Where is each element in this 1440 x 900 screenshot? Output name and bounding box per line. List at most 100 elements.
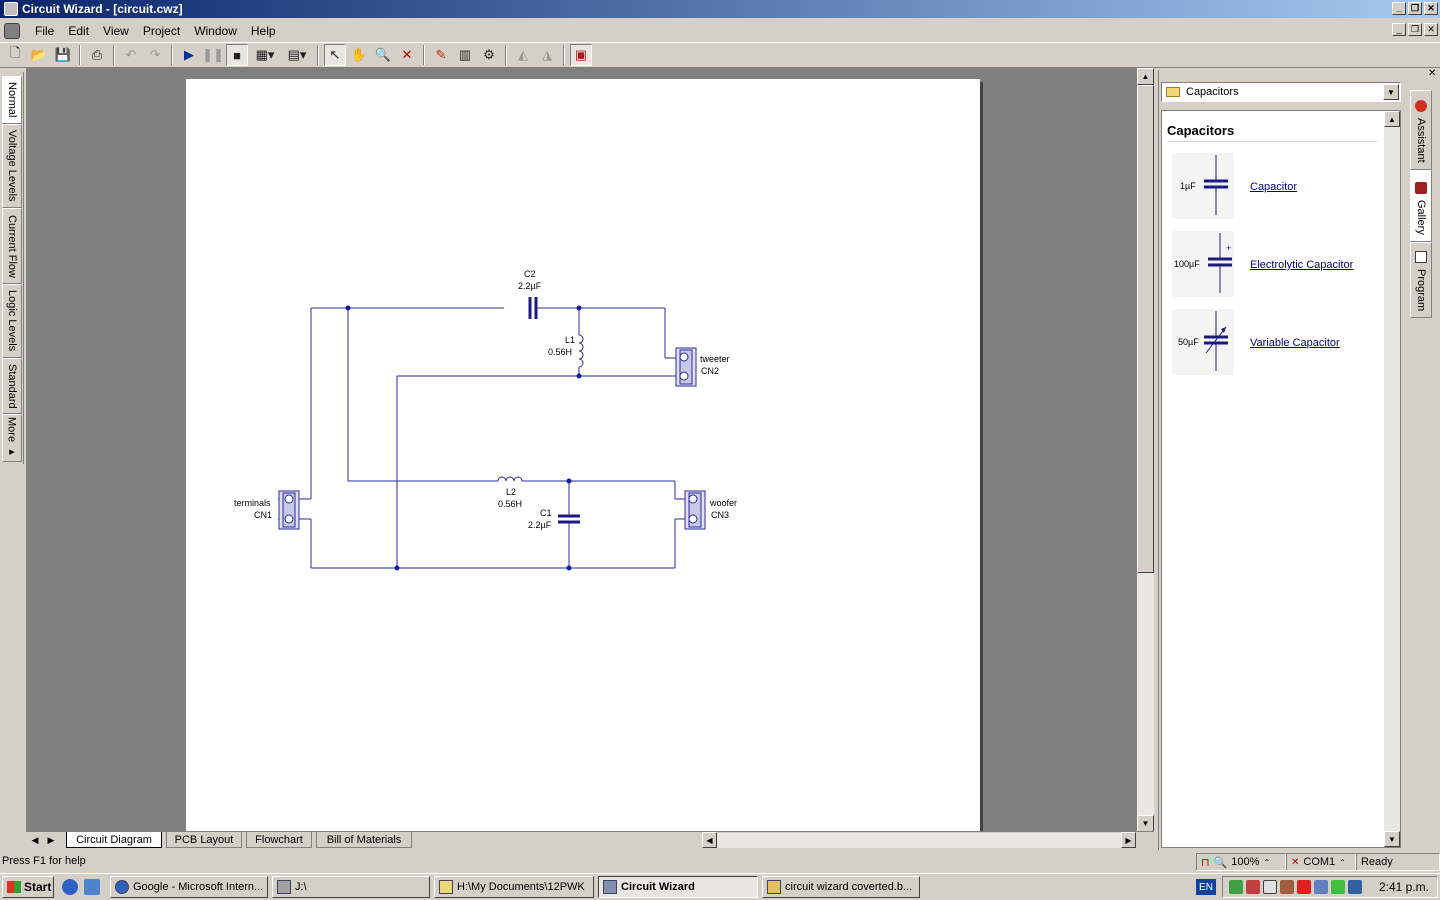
port-spin-icon[interactable]: ⌃	[1339, 858, 1346, 867]
zoom-icon[interactable]: 🔍	[372, 44, 394, 66]
menu-edit[interactable]: Edit	[61, 24, 96, 38]
document-icon[interactable]	[4, 23, 20, 39]
close-button[interactable]: ✕	[1424, 2, 1438, 15]
tab-prev-icon[interactable]: ◀	[28, 833, 42, 847]
scroll-down-icon[interactable]: ▼	[1137, 815, 1154, 832]
graph-icon[interactable]: ▥	[454, 44, 476, 66]
network-icon[interactable]	[1229, 880, 1243, 894]
internet-explorer-icon[interactable]	[62, 879, 78, 895]
panel-close-icon[interactable]: ✕	[1428, 68, 1436, 79]
task-drive-j[interactable]: J:\	[272, 876, 430, 898]
variable-capacitor-link[interactable]: Variable Capacitor	[1250, 337, 1340, 349]
menu-window[interactable]: Window	[187, 24, 244, 38]
tab-more[interactable]: More ▸	[2, 414, 22, 462]
redo-icon[interactable]: ↷	[144, 44, 166, 66]
tab-bill-of-materials[interactable]: Bill of Materials	[316, 832, 412, 848]
tab-normal[interactable]: Normal	[2, 76, 22, 124]
quick-launch-icon[interactable]	[84, 879, 100, 895]
gallery-item-variable-capacitor[interactable]: 50µF Variable Capacitor	[1172, 309, 1382, 379]
vertical-scrollbar[interactable]: ▲ ▼	[1137, 68, 1154, 832]
components-icon[interactable]: ⚙	[478, 44, 500, 66]
gallery-scrollbar[interactable]: ▲ ▼	[1384, 111, 1400, 847]
tab-standard[interactable]: Standard	[2, 358, 22, 414]
gallery-item-capacitor[interactable]: 1µF Capacitor	[1172, 153, 1382, 223]
delete-icon[interactable]: ✕	[396, 44, 418, 66]
tab-circuit-diagram[interactable]: Circuit Diagram	[66, 832, 162, 848]
menu-view[interactable]: View	[96, 24, 136, 38]
scroll-up-icon[interactable]: ▲	[1137, 68, 1154, 85]
menu-file[interactable]: File	[28, 24, 61, 38]
stop-icon[interactable]: ■	[226, 44, 248, 66]
display-icon[interactable]	[1263, 880, 1277, 894]
capacitor-link[interactable]: Capacitor	[1250, 181, 1297, 193]
horizontal-scrollbar[interactable]: ◀ ▶	[702, 832, 1136, 848]
tab-next-icon[interactable]: ▶	[44, 833, 58, 847]
pan-hand-icon[interactable]: ✋	[348, 44, 370, 66]
start-button[interactable]: Start	[2, 876, 54, 898]
norton-icon[interactable]	[1297, 880, 1311, 894]
circuit-diagram: C2 2.2µF L1 0.56H L2 0.56H C1 2.2µF term…	[234, 269, 737, 571]
menu-project[interactable]: Project	[136, 24, 187, 38]
gallery-scroll-down-icon[interactable]: ▼	[1384, 831, 1400, 847]
connector-cn2[interactable]	[675, 347, 697, 387]
tab-voltage-levels[interactable]: Voltage Levels	[2, 124, 22, 208]
gallery-category-select[interactable]: Capacitors ▼	[1161, 82, 1401, 102]
ie-icon	[115, 880, 129, 894]
layout-dropdown-icon[interactable]: ▤▾	[282, 44, 312, 66]
drawing-workspace[interactable]: C2 2.2µF L1 0.56H L2 0.56H C1 2.2µF term…	[26, 68, 1138, 831]
component-dropdown-icon[interactable]: ▦▾	[250, 44, 280, 66]
task-circuit-wizard[interactable]: Circuit Wizard	[598, 876, 758, 898]
probe-icon[interactable]: ✎	[430, 44, 452, 66]
tab-flowchart[interactable]: Flowchart	[246, 832, 312, 848]
play-icon[interactable]: ▶	[178, 44, 200, 66]
tool-icon[interactable]	[1280, 880, 1294, 894]
status-help-text: Press F1 for help	[2, 855, 86, 867]
gallery-item-electrolytic-capacitor[interactable]: + 100µF Electrolytic Capacitor	[1172, 231, 1382, 301]
new-file-icon[interactable]: 🗋	[4, 44, 26, 66]
flip-horizontal-icon[interactable]: ◭	[512, 44, 534, 66]
undo-icon[interactable]: ↶	[120, 44, 142, 66]
doc-restore-button[interactable]: ❐	[1408, 23, 1422, 36]
task-ie[interactable]: Google - Microsoft Intern...	[110, 876, 268, 898]
zoom-status[interactable]: ⊓ 🔍 100% ⌃	[1196, 853, 1286, 871]
scroll-thumb[interactable]	[1137, 85, 1154, 573]
clock[interactable]: 2:41 p.m.	[1379, 880, 1429, 894]
print-icon[interactable]: ⎙	[86, 44, 108, 66]
tab-assistant[interactable]: Assistant	[1410, 90, 1432, 170]
connector-cn1[interactable]	[278, 490, 300, 530]
port-status[interactable]: ✕ COM1 ⌃	[1286, 853, 1356, 871]
task-image-file[interactable]: circuit wizard coverted.b...	[762, 876, 920, 898]
scroll-right-icon[interactable]: ▶	[1121, 832, 1136, 848]
circuit-sheet[interactable]: C2 2.2µF L1 0.56H L2 0.56H C1 2.2µF term…	[186, 79, 980, 831]
language-indicator[interactable]: EN	[1196, 879, 1216, 895]
pause-icon[interactable]: ❚❚	[202, 44, 224, 66]
app-icon[interactable]	[4, 2, 18, 16]
tab-logic-levels[interactable]: Logic Levels	[2, 284, 22, 358]
restore-button[interactable]: ❐	[1408, 2, 1422, 15]
antivirus-icon[interactable]	[1246, 880, 1260, 894]
tab-gallery[interactable]: Gallery	[1410, 170, 1432, 242]
shield-icon[interactable]	[1348, 880, 1362, 894]
doc-minimize-button[interactable]: _	[1392, 23, 1406, 36]
gallery-book-icon[interactable]: ▣	[570, 44, 592, 66]
task-circuit-wizard-label: Circuit Wizard	[621, 881, 695, 893]
electrolytic-capacitor-link[interactable]: Electrolytic Capacitor	[1250, 259, 1353, 271]
flip-vertical-icon[interactable]: ◮	[536, 44, 558, 66]
minimize-button[interactable]: _	[1392, 2, 1406, 15]
security-icon[interactable]	[1331, 880, 1345, 894]
menu-help[interactable]: Help	[244, 24, 283, 38]
tab-program[interactable]: Program	[1410, 242, 1432, 318]
tab-current-flow[interactable]: Current Flow	[2, 208, 22, 284]
scroll-left-icon[interactable]: ◀	[702, 832, 717, 848]
tab-pcb-layout[interactable]: PCB Layout	[166, 832, 242, 848]
save-icon[interactable]: 💾	[52, 44, 74, 66]
open-folder-icon[interactable]: 📂	[28, 44, 50, 66]
zoom-spin-icon[interactable]: ⌃	[1263, 858, 1270, 867]
gallery-scroll-up-icon[interactable]: ▲	[1384, 111, 1400, 127]
task-documents[interactable]: H:\My Documents\12PWK	[434, 876, 594, 898]
doc-close-button[interactable]: ✕	[1424, 23, 1438, 36]
chevron-down-icon[interactable]: ▼	[1383, 84, 1399, 100]
connector-cn3[interactable]	[684, 490, 706, 530]
select-pointer-icon[interactable]: ↖	[324, 44, 346, 66]
settings-icon[interactable]	[1314, 880, 1328, 894]
